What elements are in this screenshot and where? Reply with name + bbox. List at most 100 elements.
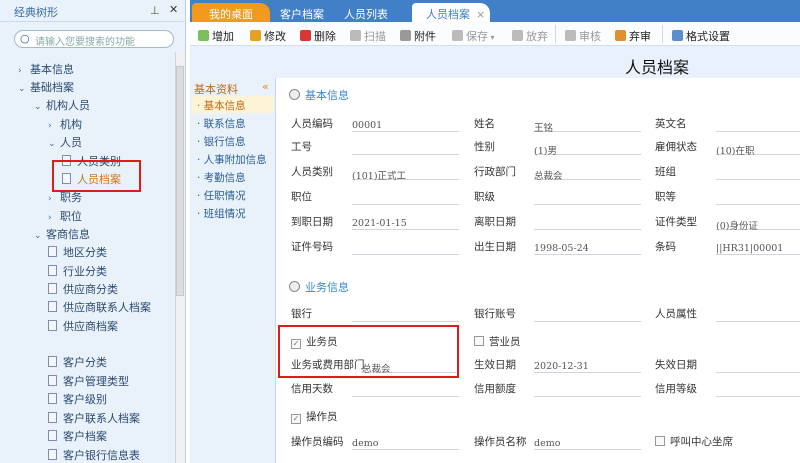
toolbar-icon — [452, 30, 463, 41]
search-placeholder: 请输入您要搜索的功能 — [35, 37, 135, 48]
credit-level-field[interactable] — [716, 381, 800, 397]
chevron-right-icon[interactable]: › — [48, 213, 60, 223]
exp-date-field[interactable] — [716, 357, 800, 373]
field-input[interactable]: 总裁会 — [534, 164, 641, 182]
field-input[interactable]: (1)男 — [534, 139, 641, 157]
field-label: 条码 — [655, 241, 676, 253]
document-icon — [48, 283, 57, 294]
tree-item[interactable]: 客户级别 — [48, 391, 107, 407]
callcenter-checkbox[interactable]: 呼叫中心坐席 — [655, 434, 733, 449]
nav-item[interactable]: · 考勤信息 — [197, 170, 246, 185]
chevron-right-icon[interactable]: › — [48, 194, 60, 204]
field-input[interactable]: (10)在职 — [716, 139, 800, 157]
field-label: 雇佣状态 — [655, 141, 697, 153]
tree-item[interactable]: ⌄ 机构人员 — [34, 97, 90, 113]
chevron-right-icon[interactable]: › — [48, 121, 60, 131]
chevron-down-icon[interactable]: ⌄ — [48, 139, 60, 149]
dropdown-arrow-icon[interactable]: ▾ — [488, 33, 495, 42]
tree-item[interactable]: 客户管理类型 — [48, 373, 129, 389]
op-code-field[interactable]: demo — [352, 434, 459, 450]
toolbar-button[interactable]: 增加 — [198, 28, 234, 44]
exp-date-label: 失效日期 — [655, 359, 697, 371]
operator-checkbox[interactable]: ✓ 操作员 — [291, 409, 338, 424]
scrollbar-thumb[interactable] — [176, 66, 184, 296]
chevron-down-icon[interactable]: ⌄ — [34, 231, 46, 241]
tree-item[interactable]: 供应商档案 — [48, 318, 118, 334]
chevron-right-icon[interactable]: › — [18, 66, 30, 76]
op-name-field[interactable]: demo — [534, 434, 641, 450]
field-input[interactable]: 00001 — [352, 116, 459, 132]
tree-item[interactable]: › 职位 — [48, 208, 82, 224]
tree-item[interactable]: 客户联系人档案 — [48, 410, 140, 426]
field-input[interactable] — [534, 214, 641, 230]
bank-field[interactable] — [352, 306, 459, 322]
clerk-checkbox[interactable]: 营业员 — [474, 334, 521, 349]
tree-item[interactable]: 地区分类 — [48, 244, 107, 260]
tree-item[interactable]: ⌄ 客商信息 — [34, 226, 90, 242]
eff-date-field[interactable]: 2020-12-31 — [534, 357, 641, 373]
toolbar-button[interactable]: 审核 — [565, 28, 601, 44]
field-input[interactable] — [534, 189, 641, 205]
nav-item[interactable]: · 银行信息 — [197, 134, 246, 149]
nav-item[interactable]: · 联系信息 — [197, 116, 246, 131]
person-attr-field[interactable] — [716, 306, 800, 322]
credit-amount-field[interactable] — [534, 381, 641, 397]
toolbar-button[interactable]: 扫描 — [350, 28, 386, 44]
chevron-down-icon[interactable]: ⌄ — [34, 102, 46, 112]
toolbar-button[interactable]: 保存 ▾ — [452, 28, 495, 44]
field-label: 英文名 — [655, 118, 687, 130]
section-basic[interactable]: 基本信息 — [289, 87, 349, 103]
toolbar-button[interactable]: 附件 — [400, 28, 436, 44]
field-input[interactable] — [716, 189, 800, 205]
nav-item[interactable]: · 基本信息 — [197, 98, 246, 113]
tree-item[interactable]: 客户分类 — [48, 354, 107, 370]
credit-days-field[interactable] — [352, 381, 459, 397]
field-input[interactable]: 1998-05-24 — [534, 239, 641, 255]
nav-item[interactable]: · 班组情况 — [197, 206, 246, 221]
pin-icon[interactable]: ⊥ — [150, 4, 160, 17]
nav-item[interactable]: · 任职情况 — [197, 188, 246, 203]
tree-item[interactable]: 供应商联系人档案 — [48, 299, 151, 315]
field-input[interactable]: 王铭 — [534, 116, 641, 134]
toolbar-button[interactable]: 放弃 — [512, 28, 548, 44]
field-input[interactable] — [716, 164, 800, 180]
field-input[interactable] — [352, 139, 459, 155]
tab-close-icon[interactable]: × — [476, 8, 485, 21]
tree-item[interactable]: 客户档案 — [48, 428, 107, 444]
nav-item[interactable]: · 人事附加信息 — [197, 152, 267, 167]
field-input[interactable] — [716, 116, 800, 132]
section-business[interactable]: 业务信息 — [289, 279, 349, 295]
toolbar-button[interactable]: 格式设置 — [672, 28, 730, 44]
field-input[interactable] — [352, 189, 459, 205]
collapse-icon[interactable]: « — [262, 80, 269, 93]
bank-account-field[interactable] — [534, 306, 641, 322]
tree-item[interactable]: 客户银行信息表 — [48, 447, 140, 463]
field-input[interactable] — [352, 239, 459, 255]
section-icon — [289, 89, 300, 100]
field-input[interactable]: ||HR31|00001 — [716, 239, 800, 255]
close-icon[interactable]: ✕ — [169, 3, 178, 16]
toolbar-button[interactable]: 修改 — [250, 28, 286, 44]
tree-item[interactable]: › 机构 — [48, 116, 82, 132]
tab-desktop[interactable]: 我的桌面 — [192, 3, 270, 22]
toolbar-button[interactable]: 删除 — [300, 28, 336, 44]
tree-item[interactable]: 行业分类 — [48, 263, 107, 279]
nav-title: 基本资料 — [194, 83, 238, 96]
chevron-down-icon[interactable]: ⌄ — [18, 84, 30, 94]
tree-item[interactable]: › 基本信息 — [18, 61, 74, 77]
search-input[interactable]: ○ 请输入您要搜索的功能 — [14, 30, 174, 48]
field-input[interactable]: 2021-01-15 — [352, 214, 459, 230]
credit-days-label: 信用天数 — [291, 383, 333, 395]
field-label: 出生日期 — [474, 241, 516, 253]
toolbar-button[interactable]: 弃审 — [615, 28, 651, 44]
field-label: 到职日期 — [291, 216, 333, 228]
tab-person-list[interactable]: 人员列表 — [336, 3, 396, 22]
tree-item[interactable]: ⌄ 基础档案 — [18, 79, 74, 95]
tree-item-label: 机构 — [60, 118, 82, 131]
field-input[interactable]: (101)正式工 — [352, 164, 459, 182]
tree-item[interactable]: ⌄ 人员 — [48, 134, 82, 150]
tab-person-archive[interactable]: 人员档案 × — [412, 3, 490, 22]
tree-item[interactable]: 供应商分类 — [48, 281, 118, 297]
tab-customer[interactable]: 客户档案 — [272, 3, 332, 22]
field-input[interactable]: (0)身份证 — [716, 214, 800, 232]
